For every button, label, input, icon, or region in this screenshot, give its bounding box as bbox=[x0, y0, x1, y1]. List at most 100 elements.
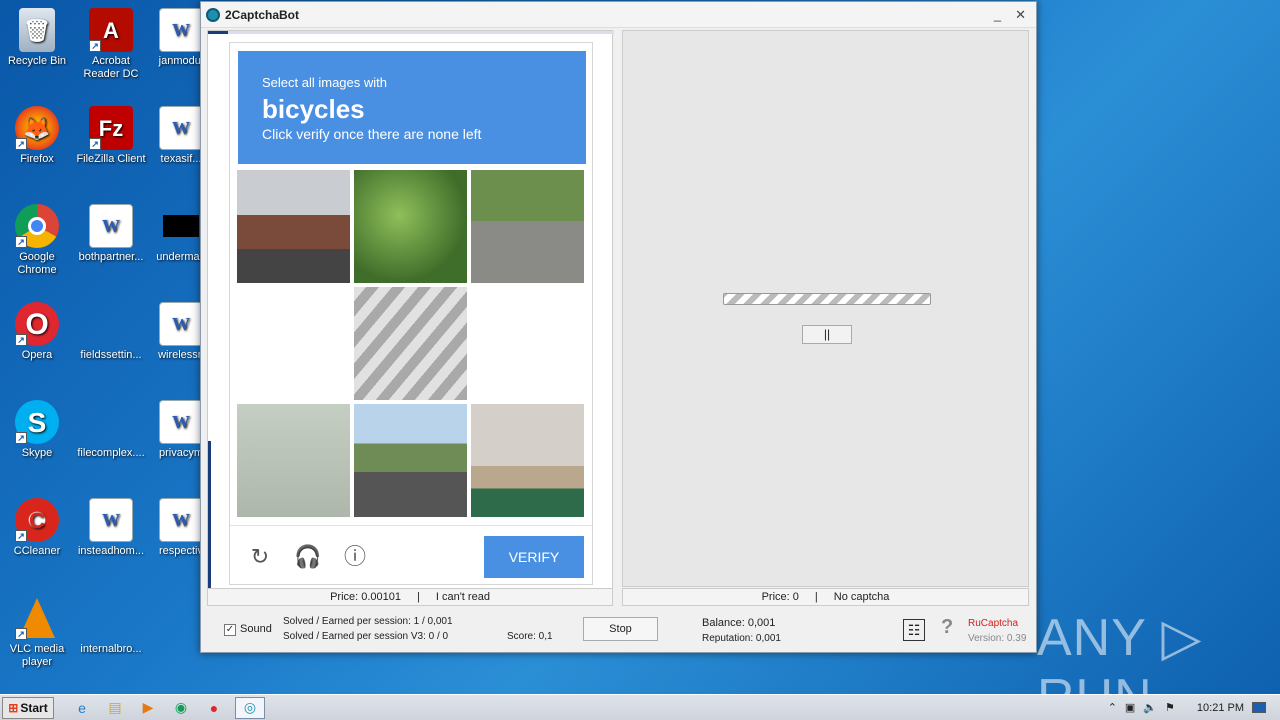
window-title: 2CaptchaBot bbox=[225, 7, 300, 22]
explorer-icon[interactable]: ▤ bbox=[103, 697, 127, 719]
desktop-icon-ccleaner[interactable]: C ↗ CCleaner bbox=[0, 498, 74, 558]
vlc-icon: ↗ bbox=[15, 596, 59, 640]
desktop-icon-label: insteadhom... bbox=[77, 545, 145, 557]
desktop-icon-filezilla[interactable]: Fz ↗ FileZilla Client bbox=[74, 106, 148, 166]
app-icon bbox=[206, 7, 220, 22]
word-document-icon: W bbox=[159, 106, 203, 150]
opera-icon: O ↗ bbox=[15, 302, 59, 346]
image-tile[interactable] bbox=[471, 287, 584, 400]
headphones-icon[interactable]: 🎧 bbox=[294, 544, 321, 570]
session-stats-v3: Solved / Earned per session V3: 0 / 0 bbox=[283, 631, 449, 642]
minimize-button[interactable]: _ bbox=[994, 7, 1001, 23]
desktop-icon-label: fieldssettin... bbox=[80, 349, 142, 361]
prompt-target: bicycles bbox=[262, 94, 365, 124]
desktop-icon-doc[interactable]: W bothpartner... bbox=[74, 204, 148, 264]
captcha-bot-taskbar-icon[interactable]: ◎ bbox=[235, 696, 265, 719]
refresh-icon[interactable]: ↻ bbox=[247, 544, 273, 570]
price-label: Price: 0.00101 bbox=[330, 591, 401, 603]
desktop-icon-skype[interactable]: S ↗ Skype bbox=[0, 400, 74, 460]
blank-file-icon bbox=[89, 400, 133, 444]
desktop-icon-file[interactable]: filecomplex.... bbox=[74, 400, 148, 460]
word-document-icon: W bbox=[159, 498, 203, 542]
media-player-icon[interactable]: ▶ bbox=[136, 697, 160, 719]
desktop-icon-doc[interactable]: W insteadhom... bbox=[74, 498, 148, 558]
clock[interactable]: 10:21 PM bbox=[1197, 702, 1244, 714]
status-separator: | bbox=[417, 591, 420, 603]
skype-icon: S ↗ bbox=[15, 400, 59, 444]
image-tile[interactable] bbox=[237, 404, 350, 517]
desktop-icon-firefox[interactable]: 🦊 ↗ Firefox bbox=[0, 106, 74, 166]
tray-expand-icon[interactable]: ⌃ bbox=[1108, 701, 1117, 714]
image-tile[interactable] bbox=[237, 170, 350, 283]
desktop-icon-label: Opera bbox=[21, 349, 53, 361]
pause-button[interactable]: || bbox=[802, 325, 852, 344]
filezilla-icon: Fz ↗ bbox=[89, 106, 133, 150]
show-desktop-icon[interactable] bbox=[1252, 702, 1266, 713]
acrobat-icon: A ↗ bbox=[89, 8, 133, 52]
chrome-taskbar-icon[interactable]: ◉ bbox=[169, 697, 193, 719]
ie-icon[interactable]: e bbox=[70, 697, 94, 719]
progress-bar bbox=[723, 293, 931, 305]
balance-label: Balance: 0,001 bbox=[702, 617, 776, 629]
window-titlebar[interactable]: 2CaptchaBot _ ✕ bbox=[201, 2, 1036, 28]
sound-checkbox[interactable]: ✓ bbox=[224, 624, 236, 636]
prompt-instruction: Select all images with bbox=[262, 75, 387, 90]
desktop-icon-opera[interactable]: O ↗ Opera bbox=[0, 302, 74, 362]
desktop-icon-file[interactable]: internalbro... bbox=[74, 596, 148, 656]
desktop-icon-label: internalbro... bbox=[80, 643, 142, 655]
bottom-toolbar: ✓ Sound Solved / Earned per session: 1 /… bbox=[207, 610, 1030, 648]
rucaptcha-link[interactable]: RuCaptcha bbox=[968, 618, 1018, 629]
image-tile[interactable] bbox=[354, 287, 467, 400]
desktop-icon-label: Firefox bbox=[20, 153, 54, 165]
captcha-bot-window: 2CaptchaBot _ ✕ Select all images with b… bbox=[200, 1, 1037, 653]
preview-panel: || bbox=[622, 30, 1029, 587]
word-document-icon: W bbox=[89, 204, 133, 248]
close-button[interactable]: ✕ bbox=[1015, 7, 1026, 23]
start-label: Start bbox=[20, 700, 48, 715]
network-icon[interactable]: ▣ bbox=[1125, 701, 1135, 714]
image-tile[interactable] bbox=[237, 287, 350, 400]
prompt-hint: Click verify once there are none left bbox=[262, 126, 482, 142]
image-tile[interactable] bbox=[471, 404, 584, 517]
word-document-icon: W bbox=[159, 400, 203, 444]
desktop-icon-label: bothpartner... bbox=[78, 251, 144, 263]
desktop-icon-vlc[interactable]: ↗ VLC media player bbox=[0, 596, 74, 669]
cant-read-link[interactable]: I can't read bbox=[436, 591, 490, 603]
hcaptcha-challenge: Select all images with bicycles Click ve… bbox=[229, 42, 593, 585]
desktop-icon-label: Skype bbox=[21, 447, 53, 459]
windows-logo-icon: ⊞ bbox=[8, 700, 19, 715]
desktop-icon-label: filecomplex.... bbox=[77, 447, 145, 459]
desktop-icon-acrobat[interactable]: A ↗ Acrobat Reader DC bbox=[74, 8, 148, 81]
taskbar: ⊞ Start e ▤ ▶ ◉ ● ◎ ⌃ ▣ 🔈 ⚑ 10:21 PM bbox=[0, 694, 1280, 720]
verify-button[interactable]: VERIFY bbox=[484, 536, 584, 578]
image-tile[interactable] bbox=[471, 170, 584, 283]
desktop-icon-recycle-bin[interactable]: 🗑 Recycle Bin bbox=[0, 8, 74, 68]
desktop-icon-label: VLC media player bbox=[9, 643, 65, 668]
system-tray: ⌃ ▣ 🔈 ⚑ 10:21 PM bbox=[1108, 701, 1280, 714]
blank-file-icon bbox=[89, 302, 133, 346]
desktop-icon-label: FileZilla Client bbox=[76, 153, 146, 165]
opera-taskbar-icon[interactable]: ● bbox=[202, 697, 226, 719]
desktop-icon-chrome[interactable]: ↗ Google Chrome bbox=[0, 204, 74, 277]
image-tile[interactable] bbox=[354, 170, 467, 283]
desktop-icon-file[interactable]: fieldssettin... bbox=[74, 302, 148, 362]
flag-icon[interactable]: ⚑ bbox=[1165, 701, 1175, 714]
sound-label: Sound bbox=[240, 623, 272, 635]
score-label: Score: 0,1 bbox=[507, 631, 553, 642]
settings-sliders-icon[interactable]: ☷ bbox=[903, 619, 925, 641]
image-tile[interactable] bbox=[354, 404, 467, 517]
volume-icon[interactable]: 🔈 bbox=[1143, 701, 1157, 714]
blank-file-icon bbox=[89, 596, 133, 640]
desktop-icon-label: Acrobat Reader DC bbox=[83, 55, 139, 80]
challenge-prompt: Select all images with bicycles Click ve… bbox=[238, 51, 586, 164]
no-captcha-label: No captcha bbox=[833, 591, 890, 603]
info-icon[interactable]: ⓘ bbox=[342, 544, 368, 570]
scrollbar[interactable] bbox=[208, 441, 211, 601]
reputation-label: Reputation: 0,001 bbox=[702, 633, 781, 644]
challenge-footer: ↻ 🎧 ⓘ VERIFY bbox=[230, 525, 592, 584]
price-label: Price: 0 bbox=[761, 591, 799, 603]
recycle-bin-icon: 🗑 bbox=[19, 8, 55, 52]
start-button[interactable]: ⊞ Start bbox=[2, 696, 54, 719]
stop-button[interactable]: Stop bbox=[583, 617, 658, 641]
help-icon[interactable]: ? bbox=[941, 616, 953, 639]
